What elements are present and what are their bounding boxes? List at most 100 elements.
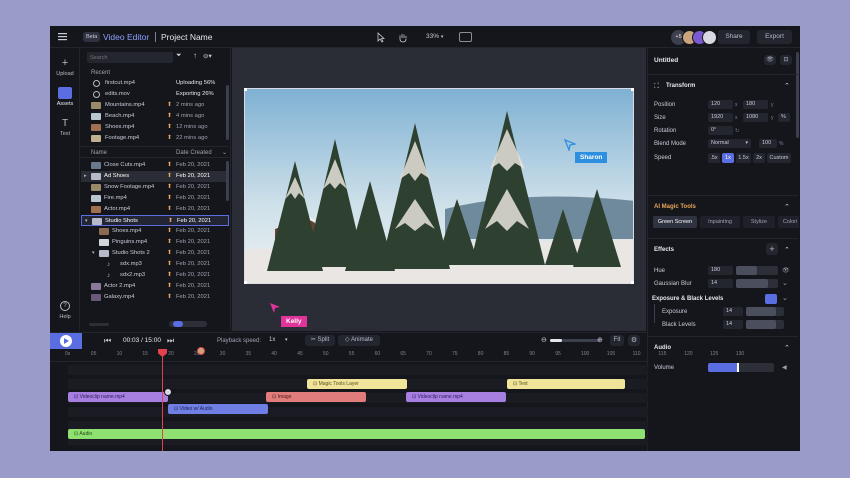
recent-scrollbar[interactable]: [226, 85, 229, 140]
position-x-field[interactable]: 120: [708, 100, 733, 109]
file-row[interactable]: Fire.mp4 ⬆ Feb 20, 2021: [81, 193, 229, 204]
file-row[interactable]: ♪ sdx.mp3 ⬆ Feb 20, 2021: [81, 259, 229, 270]
chevron-down-icon[interactable]: ▾: [92, 248, 95, 259]
project-name[interactable]: Project Name: [161, 31, 213, 43]
volume-slider[interactable]: [708, 363, 774, 372]
file-row[interactable]: Close Cuts.mp4 ⬆ Feb 20, 2021: [81, 160, 229, 171]
speed-option[interactable]: Custom: [767, 153, 791, 163]
recent-item[interactable]: edits.mov Exporting 26%: [81, 89, 229, 100]
chevron-up-icon[interactable]: ⌃: [784, 246, 790, 254]
clip-video-audio[interactable]: ⊡ Video w/ Audio: [168, 404, 268, 414]
skip-forward-icon[interactable]: ⏭: [167, 336, 174, 346]
hand-tool-icon[interactable]: [396, 31, 410, 44]
zoom-out-icon[interactable]: ⊖: [541, 336, 547, 344]
clip-image[interactable]: ⊡ Image: [266, 392, 366, 402]
exposure-toggle[interactable]: [765, 294, 777, 304]
clip-videoclip-2[interactable]: ⊡ Videoclip name.mp4: [406, 392, 506, 402]
time-ruler[interactable]: 0s 05 10 15 20 25 30 35 40 45 50 55 60 65 70 75 80 85 90 95…: [65, 351, 744, 359]
speed-option[interactable]: .5x: [708, 153, 720, 163]
play-button[interactable]: [50, 333, 82, 349]
zoom-select[interactable]: 33% ▾: [426, 33, 443, 40]
chevron-up-icon[interactable]: ⌃: [784, 82, 790, 90]
lock-icon[interactable]: ⊡: [780, 55, 792, 65]
rotation-field[interactable]: 0°: [708, 126, 733, 135]
speed-option[interactable]: 2x: [753, 153, 765, 163]
search-input[interactable]: [87, 52, 171, 63]
blend-mode-select[interactable]: Normal ▾: [708, 139, 751, 148]
chevron-down-icon[interactable]: ⌄: [782, 279, 788, 287]
ai-tool-tab[interactable]: Colori: [778, 216, 799, 228]
resize-handle[interactable]: [631, 281, 634, 284]
file-scrollbar[interactable]: [226, 161, 229, 201]
ai-tool-tab[interactable]: Inpainting: [700, 216, 740, 228]
video-frame[interactable]: [244, 88, 634, 284]
hue-field[interactable]: 180: [708, 266, 733, 275]
exposure-slider[interactable]: [746, 307, 784, 316]
clip-magic-tools[interactable]: ⊡ Magic Tools Layer: [307, 379, 407, 389]
pointer-tool-icon[interactable]: [374, 31, 388, 44]
playback-speed-select[interactable]: 1x ▾: [269, 337, 288, 343]
rail-assets[interactable]: Assets: [53, 87, 77, 107]
resize-handle[interactable]: [631, 88, 634, 91]
recent-item[interactable]: Shoes.mp4 ⬆ 12 mins ago: [81, 122, 229, 133]
chevron-down-icon[interactable]: ⌄: [222, 149, 227, 156]
file-row[interactable]: Actor.mp4 ⬆ Feb 20, 2021: [81, 204, 229, 215]
file-row[interactable]: Galaxy.mp4 ⬆ Feb 20, 2021: [81, 292, 229, 303]
chevron-down-icon[interactable]: ⌄: [782, 294, 788, 302]
menu-icon[interactable]: [58, 32, 67, 41]
thumbnail-size-slider[interactable]: [169, 321, 207, 327]
keyboard-icon[interactable]: [459, 32, 472, 42]
timeline-zoom-slider[interactable]: [550, 339, 600, 342]
opacity-field[interactable]: 100: [759, 139, 777, 148]
zoom-in-icon[interactable]: ⊕: [597, 336, 603, 344]
rail-text[interactable]: T Text: [53, 118, 77, 137]
more-options-icon[interactable]: ⊖▾: [203, 52, 212, 60]
share-button[interactable]: Share: [718, 30, 750, 44]
rail-upload[interactable]: + Upload: [53, 58, 77, 78]
black-levels-field[interactable]: 14: [723, 320, 743, 329]
recent-item[interactable]: Footage.mp4 ⬆ 22 mins ago: [81, 133, 229, 144]
filter-icon[interactable]: ⏷: [176, 52, 182, 60]
eye-icon[interactable]: 👁: [764, 55, 776, 65]
clip-audio[interactable]: ⊡ Audio: [68, 429, 645, 439]
column-date[interactable]: Date Created: [176, 150, 212, 156]
file-row[interactable]: ♪ sdx2.mp3 ⬆ Feb 20, 2021: [81, 270, 229, 281]
position-y-field[interactable]: 180: [743, 100, 768, 109]
file-row[interactable]: Actor 2.mp4 ⬆ Feb 20, 2021: [81, 281, 229, 292]
file-row[interactable]: ▾ Studio Shots ⬆ Feb 20, 2021: [81, 215, 229, 226]
skip-back-icon[interactable]: ⏮: [104, 336, 111, 346]
fit-button[interactable]: Fit: [610, 335, 624, 346]
size-w-field[interactable]: 1920: [708, 113, 733, 122]
animate-button[interactable]: ◇ Animate: [338, 335, 380, 346]
recent-item[interactable]: firstcut.mp4 Uploading 56%: [81, 78, 229, 89]
search-field[interactable]: [87, 52, 173, 63]
sort-icon[interactable]: ↑: [193, 51, 197, 60]
chevron-right-icon[interactable]: ▸: [84, 171, 87, 182]
speed-option[interactable]: 1.5x: [736, 153, 751, 163]
size-percent-toggle[interactable]: %: [778, 113, 790, 122]
file-row[interactable]: Shoes.mp4 ⬆ Feb 20, 2021: [81, 226, 229, 237]
ai-tool-tab[interactable]: Green Screen: [653, 216, 697, 228]
file-row[interactable]: ▸ Ad Shoes ⬆ Feb 20, 2021: [81, 171, 229, 182]
avatar[interactable]: [702, 30, 717, 45]
column-name[interactable]: Name: [91, 150, 107, 156]
size-h-field[interactable]: 1080: [743, 113, 768, 122]
rail-help[interactable]: ? Help: [53, 301, 77, 320]
speaker-icon[interactable]: ◀: [782, 364, 787, 371]
black-levels-slider[interactable]: [746, 320, 784, 329]
resize-handle[interactable]: [244, 88, 247, 91]
clip-text[interactable]: ⊡ Text: [507, 379, 625, 389]
slider-thumb[interactable]: [173, 321, 183, 327]
blur-slider[interactable]: [736, 279, 778, 288]
chevron-up-icon[interactable]: ⌃: [784, 344, 790, 352]
split-button[interactable]: ✂ Split: [305, 335, 335, 346]
eye-icon[interactable]: 👁: [782, 267, 790, 274]
file-row[interactable]: Pinguins.mp4 ⬆ Feb 20, 2021: [81, 237, 229, 248]
chevron-up-icon[interactable]: ⌃: [784, 203, 790, 211]
settings-icon[interactable]: ⚙: [628, 335, 640, 346]
resize-handle[interactable]: [244, 281, 247, 284]
slider-thumb[interactable]: [737, 363, 739, 372]
hue-slider[interactable]: [736, 266, 778, 275]
add-effect-button[interactable]: +: [766, 243, 778, 255]
clip-videoclip-1[interactable]: ⊡ Videoclip name.mp4: [68, 392, 168, 402]
